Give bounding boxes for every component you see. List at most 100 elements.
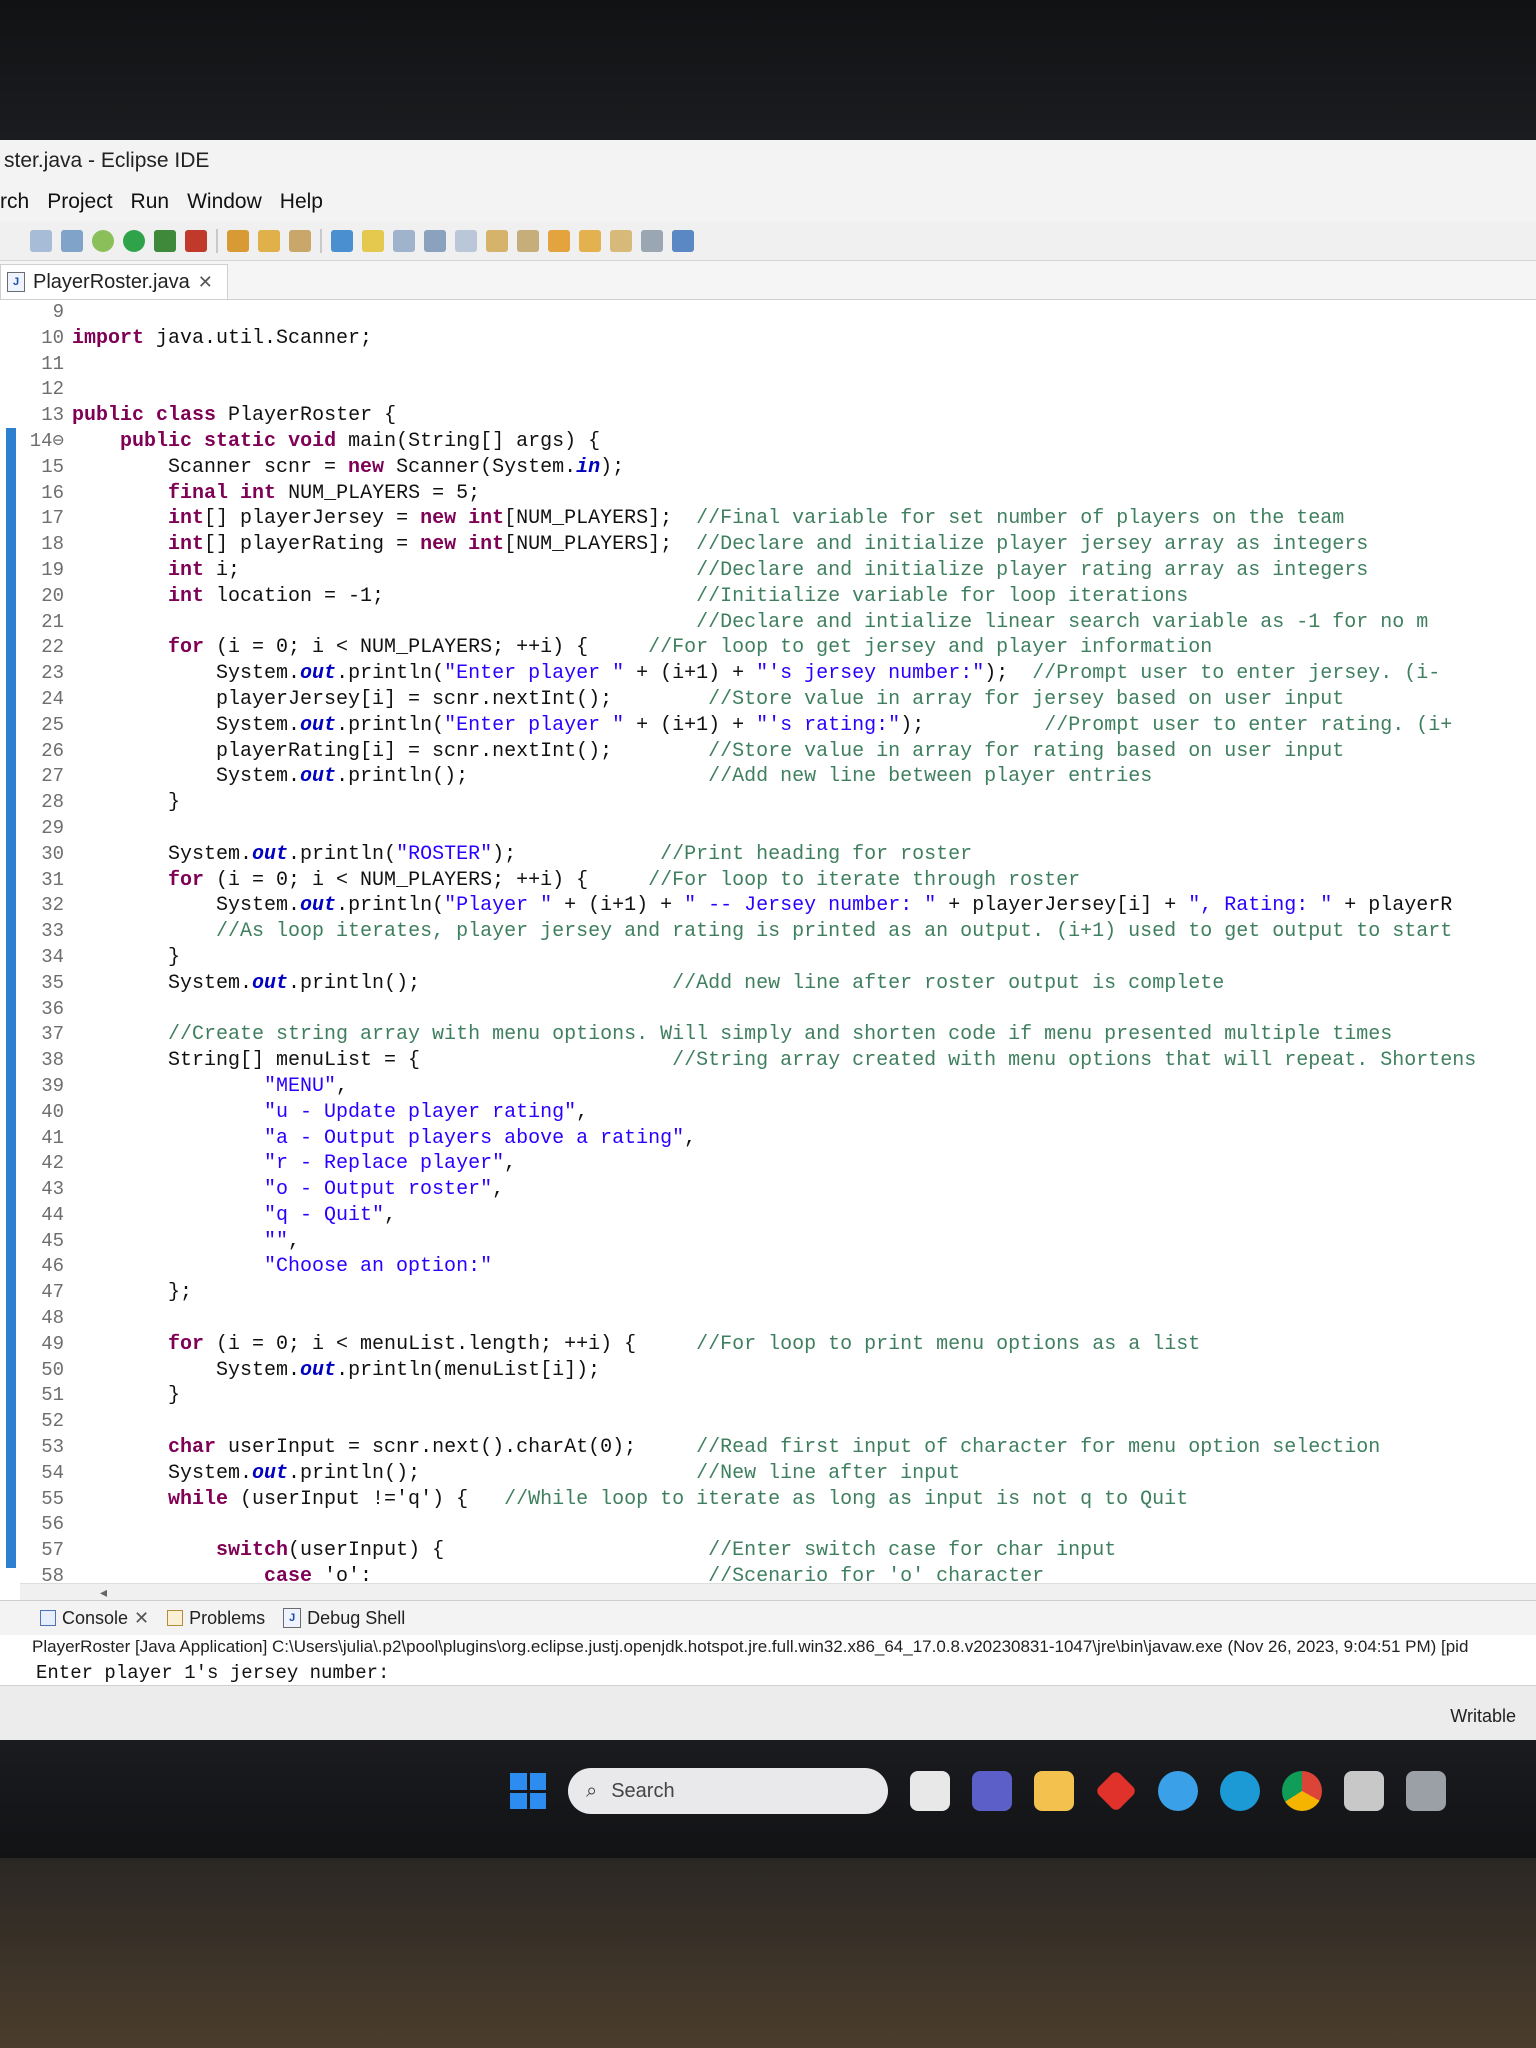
code-line[interactable]: for (i = 0; i < menuList.length; ++i) { … — [72, 1332, 1536, 1358]
code-line[interactable]: //Declare and intialize linear search va… — [72, 610, 1536, 636]
tab-console[interactable]: Console ✕ — [40, 1608, 149, 1629]
code-line[interactable] — [72, 816, 1536, 842]
code-line[interactable] — [72, 1306, 1536, 1332]
code-line[interactable]: switch(userInput) { //Enter switch case … — [72, 1538, 1536, 1564]
code-line[interactable]: //Create string array with menu options.… — [72, 1022, 1536, 1048]
open-perspective-icon[interactable] — [672, 230, 694, 252]
code-line[interactable]: int location = -1; //Initialize variable… — [72, 584, 1536, 610]
code-line[interactable] — [72, 1409, 1536, 1435]
code-line[interactable]: public class PlayerRoster { — [72, 403, 1536, 429]
code-line[interactable]: int[] playerRating = new int[NUM_PLAYERS… — [72, 532, 1536, 558]
external-tools-icon[interactable] — [185, 230, 207, 252]
calculator-icon[interactable] — [1406, 1771, 1446, 1811]
code-line[interactable]: System.out.println("Player " + (i+1) + "… — [72, 893, 1536, 919]
block-selection-icon[interactable] — [424, 230, 446, 252]
last-edit-icon[interactable] — [548, 230, 570, 252]
code-editor[interactable]: 9 10 11 12 13 14⊖ 15 16 17 18 19 20 21 22 23 24 25 26 27 28… — [0, 300, 1536, 1600]
code-line[interactable]: System.out.println(); //Add new line bet… — [72, 764, 1536, 790]
horizontal-scrollbar[interactable]: ◂ — [20, 1583, 1536, 1600]
menu-search[interactable]: rch — [0, 190, 47, 214]
code-line[interactable]: System.out.println(menuList[i]); — [72, 1358, 1536, 1384]
code-line[interactable]: "a - Output players above a rating", — [72, 1126, 1536, 1152]
code-line[interactable]: } — [72, 790, 1536, 816]
code-line[interactable]: } — [72, 945, 1536, 971]
code-line[interactable]: System.out.println("ROSTER"); //Print he… — [72, 842, 1536, 868]
file-explorer-icon[interactable] — [1034, 1771, 1074, 1811]
close-icon[interactable]: ✕ — [198, 272, 213, 293]
code-line[interactable] — [72, 352, 1536, 378]
code-line[interactable]: import java.util.Scanner; — [72, 326, 1536, 352]
code-line[interactable]: "MENU", — [72, 1074, 1536, 1100]
code-line[interactable] — [72, 1512, 1536, 1538]
console-output[interactable]: Enter player 1's jersey number: — [0, 1659, 1536, 1687]
teams-icon[interactable] — [972, 1771, 1012, 1811]
annotation-icon[interactable] — [362, 230, 384, 252]
back-icon[interactable] — [579, 230, 601, 252]
code-line[interactable]: public static void main(String[] args) { — [72, 429, 1536, 455]
open-type-icon[interactable] — [289, 230, 311, 252]
code-line[interactable]: "", — [72, 1229, 1536, 1255]
code-line[interactable]: } — [72, 1383, 1536, 1409]
close-icon[interactable]: ✕ — [134, 1608, 149, 1629]
code-line[interactable]: System.out.println("Enter player " + (i+… — [72, 661, 1536, 687]
new-java-class-icon[interactable] — [258, 230, 280, 252]
code-line[interactable]: System.out.println(); //New line after i… — [72, 1461, 1536, 1487]
code-line[interactable]: "r - Replace player", — [72, 1151, 1536, 1177]
chrome-icon[interactable] — [1282, 1771, 1322, 1811]
app-red-diamond-icon[interactable] — [1094, 1769, 1138, 1813]
edge-icon[interactable] — [1220, 1771, 1260, 1811]
writable-status: Writable — [1450, 1706, 1516, 1726]
menu-run[interactable]: Run — [131, 190, 188, 214]
code-line[interactable]: final int NUM_PLAYERS = 5; — [72, 481, 1536, 507]
code-line[interactable] — [72, 997, 1536, 1023]
forward-icon[interactable] — [610, 230, 632, 252]
line-number: 37 — [41, 1023, 64, 1046]
next-annotation-icon[interactable] — [486, 230, 508, 252]
snipping-tool-icon[interactable] — [1344, 1771, 1384, 1811]
mark-occurrences-icon[interactable] — [61, 230, 83, 252]
show-whitespace-icon[interactable] — [393, 230, 415, 252]
code-line[interactable]: "q - Quit", — [72, 1203, 1536, 1229]
windows-start-icon[interactable] — [510, 1773, 546, 1809]
console-icon — [40, 1610, 56, 1626]
search-icon[interactable] — [331, 230, 353, 252]
code-line[interactable]: String[] menuList = { //String array cre… — [72, 1048, 1536, 1074]
code-line[interactable]: for (i = 0; i < NUM_PLAYERS; ++i) { //Fo… — [72, 868, 1536, 894]
code-line[interactable]: while (userInput !='q') { //While loop t… — [72, 1487, 1536, 1513]
code-line[interactable]: playerRating[i] = scnr.nextInt(); //Stor… — [72, 739, 1536, 765]
menu-help[interactable]: Help — [280, 190, 341, 214]
code-line[interactable] — [72, 377, 1536, 403]
pilcrow-icon[interactable] — [455, 230, 477, 252]
help-icon[interactable] — [1158, 1771, 1198, 1811]
menu-window[interactable]: Window — [187, 190, 280, 214]
previous-annotation-icon[interactable] — [517, 230, 539, 252]
code-line[interactable]: "o - Output roster", — [72, 1177, 1536, 1203]
tab-problems[interactable]: Problems — [167, 1608, 265, 1629]
code-line[interactable]: int i; //Declare and initialize player r… — [72, 558, 1536, 584]
code-line[interactable]: playerJersey[i] = scnr.nextInt(); //Stor… — [72, 687, 1536, 713]
menu-project[interactable]: Project — [47, 190, 130, 214]
run-icon[interactable] — [123, 230, 145, 252]
code-line[interactable]: //As loop iterates, player jersey and ra… — [72, 919, 1536, 945]
taskbar-search-box[interactable]: ⌕ Search — [568, 1768, 888, 1814]
task-view-icon[interactable] — [910, 1771, 950, 1811]
code-line[interactable]: int[] playerJersey = new int[NUM_PLAYERS… — [72, 506, 1536, 532]
code-line[interactable] — [72, 300, 1536, 326]
tab-playerroster-java[interactable]: J PlayerRoster.java ✕ — [0, 264, 228, 299]
code-line[interactable]: }; — [72, 1280, 1536, 1306]
tab-debug-shell[interactable]: J Debug Shell — [283, 1608, 405, 1629]
code-line[interactable]: System.out.println(); //Add new line aft… — [72, 971, 1536, 997]
code-line[interactable]: System.out.println("Enter player " + (i+… — [72, 713, 1536, 739]
debug-icon[interactable] — [92, 230, 114, 252]
code-area[interactable]: import java.util.Scanner; public class Pl… — [72, 300, 1536, 1590]
new-java-package-icon[interactable] — [227, 230, 249, 252]
line-number: 51 — [41, 1384, 64, 1407]
code-line[interactable]: "Choose an option:" — [72, 1254, 1536, 1280]
forward-history-icon[interactable] — [641, 230, 663, 252]
coverage-icon[interactable] — [154, 230, 176, 252]
code-line[interactable]: for (i = 0; i < NUM_PLAYERS; ++i) { //Fo… — [72, 635, 1536, 661]
code-line[interactable]: "u - Update player rating", — [72, 1100, 1536, 1126]
code-line[interactable]: char userInput = scnr.next().charAt(0); … — [72, 1435, 1536, 1461]
code-line[interactable]: Scanner scnr = new Scanner(System.in); — [72, 455, 1536, 481]
toggle-breadcrumb-icon[interactable] — [30, 230, 52, 252]
